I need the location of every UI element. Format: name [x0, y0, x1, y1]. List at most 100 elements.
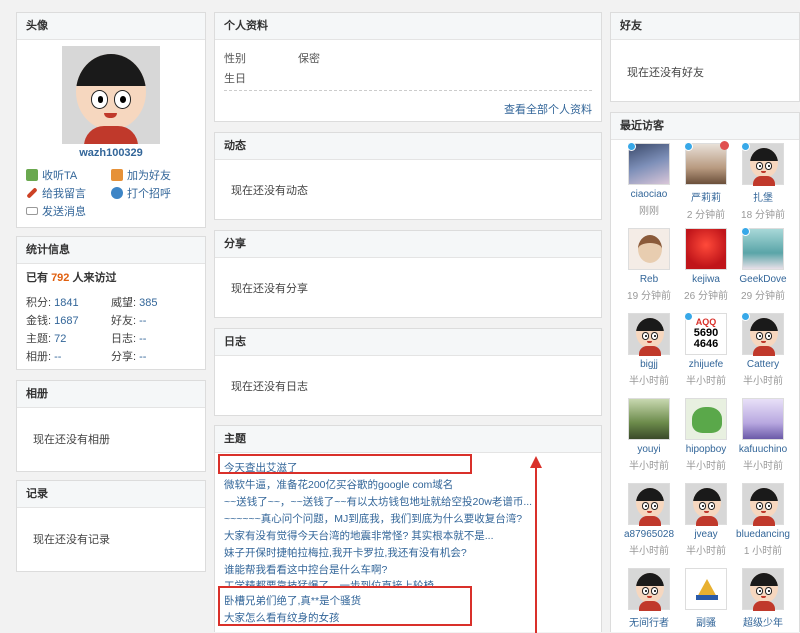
visitor-item[interactable]: ciaociao 刚刚 — [621, 142, 677, 217]
visitor-item[interactable]: bluedancing 1 小时前 — [735, 483, 791, 557]
user-avatar[interactable] — [62, 46, 160, 144]
visitor-time: 半小时前 — [743, 461, 783, 472]
leave-message-label: 给我留言 — [42, 188, 86, 200]
visitor-item[interactable]: bigjj 半小时前 — [621, 313, 677, 387]
visitor-avatar[interactable] — [685, 483, 727, 526]
visitors-panel: 最近访客 ciaociao 刚刚 严莉莉 2 分钟前 扎堡 18 分钟前 Reb 19 分钟前… — [610, 112, 800, 632]
visitor-item[interactable]: hipopboy 半小时前 — [678, 398, 734, 472]
visitor-time: 刚刚 — [639, 206, 659, 217]
visitors-panel-title: 最近访客 — [611, 113, 799, 140]
visitor-time: 26 分钟前 — [684, 291, 728, 302]
visitor-name[interactable]: a87965028 — [621, 529, 677, 540]
visitor-name[interactable]: bigjj — [621, 359, 677, 370]
visitor-name[interactable]: hipopboy — [678, 444, 734, 455]
visitor-avatar[interactable] — [684, 141, 729, 185]
topic-link[interactable]: 妹子开保时捷帕拉梅拉,我开卡罗拉,我还有没有机会? — [224, 545, 534, 560]
greet-button[interactable]: 打个招呼 — [111, 185, 171, 201]
visitor-item[interactable]: 无间行者 — [621, 568, 677, 631]
view-all-profile-link[interactable]: 查看全部个人资料 — [504, 101, 592, 117]
visitor-avatar[interactable] — [685, 228, 727, 270]
visitor-item[interactable]: 扎堡 18 分钟前 — [735, 142, 791, 221]
username[interactable]: wazh100329 — [17, 147, 205, 159]
topics-panel: 主题 今天查出艾滋了 微软牛逼，准备花200亿买谷歌的google com域名 … — [214, 425, 602, 633]
visitor-name[interactable]: youyi — [621, 444, 677, 455]
visitor-avatar[interactable] — [685, 398, 727, 440]
listen-button[interactable]: 收听TA — [26, 167, 77, 183]
listen-icon — [26, 169, 38, 181]
topic-link[interactable]: 微软牛逼，准备花200亿买谷歌的google com域名 — [224, 477, 534, 492]
visitor-item[interactable]: jveay 半小时前 — [678, 483, 734, 557]
visitor-item[interactable]: Reb 19 分钟前 — [621, 228, 677, 302]
topic-link[interactable]: ~~~~~~真心问个问题，MJ到底我，我们到底为什么要收复台湾? — [224, 511, 534, 526]
visitor-avatar[interactable] — [742, 483, 784, 526]
topics-panel-title: 主题 — [215, 426, 601, 453]
visitor-item[interactable]: youyi 半小时前 — [621, 398, 677, 472]
visitor-name[interactable]: 严莉莉 — [678, 189, 734, 204]
topic-link[interactable]: 大家有没有觉得今天台湾的地震非常怪? 其实根本就不是... — [224, 528, 534, 543]
visitor-item[interactable]: a87965028 半小时前 — [621, 483, 677, 557]
visitor-avatar[interactable] — [628, 568, 670, 611]
visitor-name[interactable]: jveay — [678, 529, 734, 540]
visitor-time: 半小时前 — [629, 461, 669, 472]
mail-icon — [26, 207, 38, 215]
visitor-avatar[interactable] — [628, 313, 670, 356]
visitor-avatar[interactable] — [628, 398, 670, 440]
visitor-avatar[interactable] — [742, 568, 784, 611]
add-friend-button[interactable]: 加为好友 — [111, 167, 171, 183]
stats-panel-title: 统计信息 — [17, 237, 205, 264]
visitor-time: 19 分钟前 — [627, 291, 671, 302]
visitor-name[interactable]: 无间行者 — [621, 614, 677, 629]
visitor-time: 29 分钟前 — [741, 291, 785, 302]
visit-count-line: 已有 792 人来访过 — [26, 272, 117, 284]
blog-empty-text: 现在还没有日志 — [231, 381, 308, 393]
visitor-time: 1 小时前 — [743, 546, 783, 557]
visitor-name[interactable]: ciaociao — [621, 189, 677, 200]
add-friend-label: 加为好友 — [127, 170, 171, 182]
visitor-name[interactable]: 副骚 — [678, 614, 734, 629]
stat-blogs: 日志: -- — [111, 333, 147, 345]
visitor-avatar[interactable] — [685, 568, 727, 610]
visitor-name[interactable]: Cattery — [735, 359, 791, 370]
visitor-item[interactable]: kafuuchino 半小时前 — [735, 398, 791, 472]
feed-panel: 动态 现在还没有动态 — [214, 132, 602, 220]
online-dot-icon — [684, 312, 693, 321]
visitor-name[interactable]: 超级少年 — [735, 614, 791, 629]
leave-message-button[interactable]: 给我留言 — [26, 185, 86, 201]
visitor-name[interactable]: GeekDove — [735, 274, 791, 285]
visitor-name[interactable]: bluedancing — [735, 529, 791, 540]
visitor-item[interactable]: GeekDove 29 分钟前 — [735, 227, 791, 302]
record-panel-title: 记录 — [17, 481, 205, 508]
profile-panel: 个人资料 性别 保密 生日 查看全部个人资料 — [214, 12, 602, 122]
visitor-time: 半小时前 — [629, 376, 669, 387]
visitor-avatar[interactable] — [741, 312, 784, 356]
visitor-item[interactable]: AQQ 5690 4646 zhijuefe 半小时前 — [678, 312, 734, 387]
visitor-item[interactable]: 超级少年 — [735, 568, 791, 631]
visitor-avatar[interactable] — [627, 142, 670, 185]
online-dot-icon — [741, 227, 750, 236]
visitor-avatar[interactable]: AQQ 5690 4646 — [684, 312, 727, 355]
visitor-name[interactable]: kafuuchino — [735, 444, 791, 455]
visitor-avatar[interactable] — [742, 398, 784, 440]
visitor-avatar[interactable] — [628, 483, 670, 526]
visitor-item[interactable]: kejiwa 26 分钟前 — [678, 228, 734, 302]
visitor-name[interactable]: 扎堡 — [735, 189, 791, 204]
stat-albums: 相册: -- — [26, 351, 62, 363]
pencil-icon — [26, 187, 38, 199]
visitor-name[interactable]: kejiwa — [678, 274, 734, 285]
online-dot-icon — [684, 142, 693, 151]
visitor-avatar[interactable] — [741, 142, 784, 186]
visitor-name[interactable]: Reb — [621, 274, 677, 285]
topic-link[interactable]: ~~送钱了~~，~~送钱了~~有以太坊钱包地址就给空投20w老谱币... — [224, 494, 534, 509]
visitor-item[interactable]: Cattery 半小时前 — [735, 312, 791, 387]
visitor-avatar[interactable] — [628, 228, 670, 270]
topic-link[interactable]: 谁能帮我看看这中控台是什么车啊? — [224, 562, 534, 577]
visitor-item[interactable]: 副骚 — [678, 568, 734, 631]
send-message-button[interactable]: 发送消息 — [26, 203, 86, 219]
visitor-item[interactable]: 严莉莉 2 分钟前 — [678, 141, 734, 221]
feed-panel-title: 动态 — [215, 133, 601, 160]
visitor-avatar[interactable] — [741, 227, 784, 270]
stat-topics[interactable]: 主题: 72 — [26, 330, 66, 346]
visitor-name[interactable]: zhijuefe — [678, 359, 734, 370]
remove-icon[interactable] — [720, 141, 729, 150]
visitor-time: 2 分钟前 — [686, 210, 726, 221]
